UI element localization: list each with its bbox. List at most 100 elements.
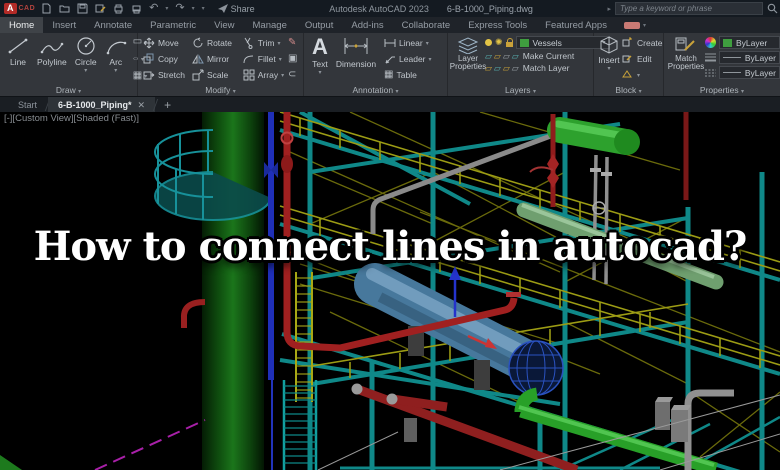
panel-title-block[interactable]: Block ▾ (594, 85, 663, 95)
stretch-tool[interactable]: Stretch (143, 69, 185, 81)
tab-insert[interactable]: Insert (43, 17, 85, 33)
panel-title-layers[interactable]: Layers ▾ (448, 85, 593, 95)
autocad-logo[interactable]: A CAD (4, 3, 35, 14)
lineweight-dropdown[interactable]: ByLayer (719, 51, 780, 64)
file-tab-document[interactable]: 6-B-1000_Piping* ✕ (48, 97, 156, 113)
panel-title-properties[interactable]: Properties ▾ (664, 85, 780, 95)
polyline-tool[interactable]: Polyline (33, 35, 71, 83)
layer-state-icon[interactable]: ▱ (512, 63, 519, 73)
new-file-icon[interactable] (41, 3, 52, 14)
dropdown-icon[interactable]: ▾ (114, 67, 117, 74)
layer-on-icon[interactable] (485, 39, 492, 46)
match-properties-icon (675, 37, 695, 51)
layer-thaw-icon[interactable]: ✺ (495, 38, 503, 47)
dropdown-icon[interactable]: ▾ (84, 67, 87, 74)
plot-icon[interactable] (113, 3, 124, 14)
tab-featured-apps[interactable]: Featured Apps (536, 17, 616, 33)
linear-dim-tool[interactable]: Linear ▾ (384, 37, 429, 49)
panel-title-modify[interactable]: Modify ▾ (138, 85, 303, 95)
dropdown-icon[interactable]: ▾ (607, 65, 610, 72)
edit-attributes-button[interactable]: ▾ (622, 69, 640, 81)
search-expand-icon[interactable]: ▸ (607, 5, 611, 13)
trim-icon (244, 37, 253, 49)
logo-a-icon: A (4, 3, 17, 14)
linetype-dropdown[interactable]: ByLayer (719, 66, 780, 79)
offset-tool[interactable]: ⊂ (288, 70, 296, 80)
create-block-button[interactable]: Create (622, 37, 663, 49)
tab-home[interactable]: Home (0, 17, 44, 33)
scale-tool[interactable]: Scale (192, 69, 228, 81)
line-tool[interactable]: Line (3, 35, 33, 83)
layer-unlock-icon[interactable] (505, 38, 513, 47)
rotate-tool[interactable]: Rotate (192, 37, 232, 49)
tab-collaborate[interactable]: Collaborate (393, 17, 460, 33)
dropdown-icon[interactable]: ▾ (318, 69, 321, 76)
tab-view[interactable]: View (205, 17, 243, 33)
tab-output[interactable]: Output (296, 17, 343, 33)
move-tool[interactable]: Move (143, 37, 179, 49)
file-tab-start[interactable]: Start (8, 97, 47, 113)
match-properties-tool[interactable]: Match Properties (667, 35, 705, 83)
close-tab-icon[interactable]: ✕ (138, 100, 146, 111)
explode-tool[interactable]: ▣ (288, 54, 297, 64)
object-color-dropdown[interactable]: ByLayer (719, 36, 780, 49)
ribbon: Line Polyline Circle ▾ Arc ▾ ▭▾ ○▾ ▦▾ (0, 33, 780, 96)
undo-icon[interactable]: ↶ (149, 3, 158, 14)
tab-parametric[interactable]: Parametric (141, 17, 205, 33)
layer-state-icon[interactable]: ▱ (494, 51, 501, 61)
drawing-area[interactable]: [-][Custom View][Shaded (Fast)] How to c… (0, 112, 780, 470)
layer-state-icon[interactable]: ▱ (494, 63, 501, 73)
ribbon-options-button[interactable]: ▾ (616, 17, 654, 33)
text-tool[interactable]: A Text ▾ (308, 35, 332, 83)
save-icon[interactable] (77, 3, 88, 14)
layer-state-icon[interactable]: ▱ (485, 51, 492, 61)
linear-icon (384, 39, 396, 47)
tab-manage[interactable]: Manage (244, 17, 296, 33)
layer-properties-tool[interactable]: Layer Properties (450, 35, 486, 83)
search-input[interactable]: Type a keyword or phrase (615, 2, 763, 15)
mirror-tool[interactable]: Mirror (192, 53, 229, 65)
edit-block-button[interactable]: Edit (622, 53, 652, 65)
make-current-button[interactable]: Make Current (523, 51, 575, 61)
new-tab-button[interactable]: + (156, 97, 179, 113)
save-as-icon[interactable] (95, 3, 106, 14)
panel-title-draw[interactable]: Draw ▾ (0, 85, 137, 95)
tab-add-ins[interactable]: Add-ins (342, 17, 392, 33)
share-button[interactable]: Share (217, 3, 255, 14)
fillet-tool[interactable]: Fillet ▾ (243, 53, 282, 65)
tab-annotate[interactable]: Annotate (85, 17, 141, 33)
linetype-icon[interactable] (705, 68, 716, 77)
undo-dropdown-icon[interactable]: ▾ (165, 5, 168, 12)
layer-state-icon[interactable]: ▱ (503, 63, 510, 73)
file-tab-bar: Start 6-B-1000_Piping* ✕ + (0, 96, 780, 113)
dropdown-icon: ▾ (281, 72, 285, 79)
layer-state-icon[interactable]: ▱ (485, 63, 492, 73)
panel-title-annotation[interactable]: Annotation ▾ (304, 85, 447, 95)
table-tool[interactable]: ▦ Table (384, 70, 417, 81)
layer-state-icon[interactable]: ▱ (503, 51, 510, 61)
panel-block: Insert ▾ Create Edit ▾ Block ▾ (594, 33, 664, 96)
arc-tool[interactable]: Arc ▾ (101, 35, 131, 83)
erase-tool[interactable]: ✎ (288, 38, 296, 48)
redo-icon[interactable]: ↷ (175, 3, 184, 14)
circle-tool[interactable]: Circle ▾ (71, 35, 101, 83)
match-layer-button[interactable]: Match Layer (523, 63, 570, 73)
array-tool[interactable]: Array ▾ (243, 69, 284, 81)
trim-tool[interactable]: Trim ▾ (243, 37, 280, 49)
qat-customize-icon[interactable]: ▾ (202, 5, 205, 12)
logo-cad-text: CAD (18, 5, 36, 12)
open-folder-icon[interactable] (59, 3, 70, 14)
dropdown-icon: ▾ (278, 56, 282, 63)
redo-dropdown-icon[interactable]: ▾ (192, 5, 195, 12)
copy-tool[interactable]: Copy (143, 53, 178, 65)
lineweight-icon[interactable] (705, 53, 716, 62)
insert-block-tool[interactable]: Insert ▾ (596, 35, 622, 83)
print-icon[interactable] (131, 3, 142, 14)
viewport-controls[interactable]: [-][Custom View][Shaded (Fast)] (4, 113, 139, 124)
dimension-tool[interactable]: Dimension (332, 35, 380, 83)
leader-tool[interactable]: Leader ▾ (384, 53, 432, 65)
color-wheel-icon[interactable] (705, 37, 716, 48)
search-icon[interactable] (767, 3, 778, 14)
tab-express-tools[interactable]: Express Tools (459, 17, 536, 33)
layer-state-icon[interactable]: ▱ (512, 51, 519, 61)
